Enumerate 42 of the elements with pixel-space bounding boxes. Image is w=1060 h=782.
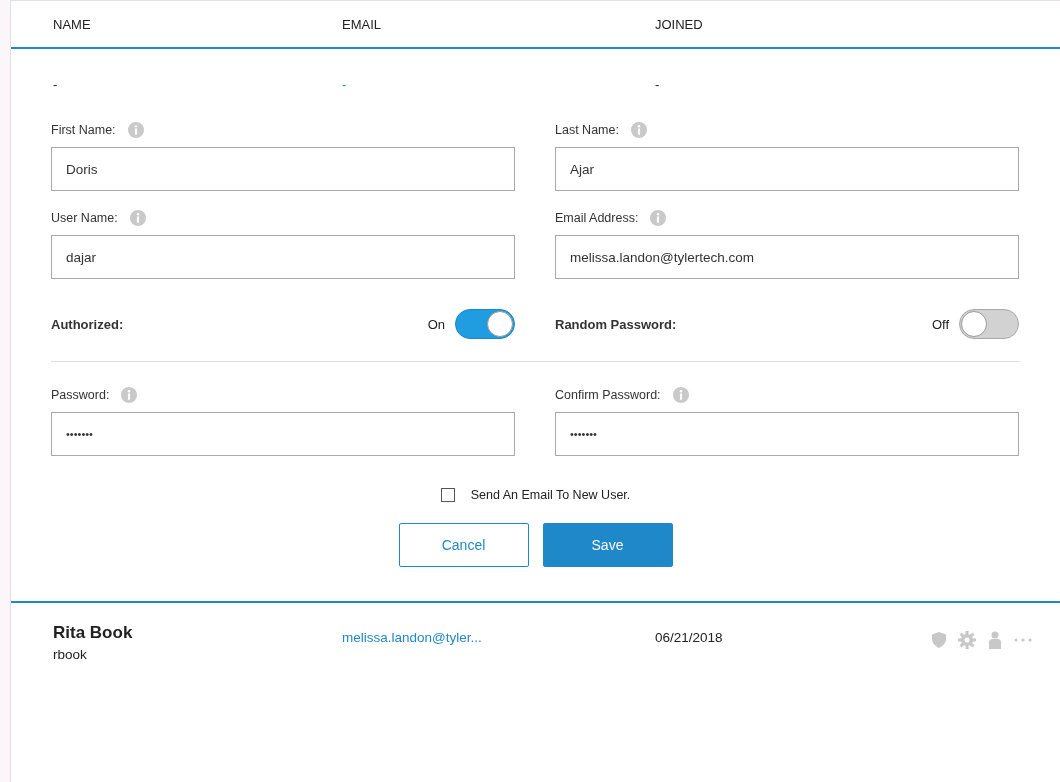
text-field[interactable]: dajar — [51, 235, 515, 279]
toggle-label: Authorized: — [51, 316, 125, 332]
info-icon[interactable] — [672, 387, 689, 403]
info-icon[interactable] — [630, 122, 647, 138]
text-field[interactable]: melissa.landon@tylertech.com — [555, 235, 1019, 279]
toggle-label: Random Password: — [555, 316, 678, 332]
save-button[interactable]: Save — [542, 523, 673, 567]
field-label: User Name: — [51, 211, 118, 225]
joined-cell-text: - — [655, 76, 661, 92]
password-field[interactable]: ••••••• — [555, 412, 1019, 456]
settings-icon[interactable] — [958, 631, 976, 649]
joined-cell-text: 06/21/2018 — [655, 630, 724, 645]
field-label: Email Address: — [555, 211, 639, 225]
email-link[interactable]: - — [342, 76, 655, 92]
toggle-state-text: Off — [931, 316, 949, 332]
column-header: EMAIL — [342, 16, 382, 32]
person-icon[interactable] — [988, 631, 1002, 649]
text-field[interactable]: Ajar — [555, 147, 1019, 191]
field-label: Last Name: — [555, 123, 619, 137]
checkbox-label: Send An Email To New User. — [470, 488, 631, 502]
info-icon[interactable] — [129, 210, 146, 226]
toggle-switch[interactable] — [959, 309, 1019, 339]
name-cell-text: - — [52, 76, 59, 92]
checkbox[interactable] — [440, 488, 455, 502]
info-icon[interactable] — [127, 122, 144, 138]
field-label: Password: — [51, 388, 110, 402]
column-header: JOINED — [655, 16, 704, 32]
cancel-button[interactable]: Cancel — [398, 523, 529, 567]
info-icon[interactable] — [650, 210, 667, 226]
field-label: First Name: — [51, 123, 116, 137]
info-icon[interactable] — [121, 387, 138, 403]
more-icon[interactable] — [1014, 638, 1032, 642]
field-label: Confirm Password: — [555, 388, 661, 402]
user-login: rbook — [53, 646, 88, 662]
user-name: Rita Book — [53, 622, 134, 643]
text-field[interactable]: Doris — [51, 147, 515, 191]
column-header: NAME — [52, 16, 92, 32]
shield-icon[interactable] — [932, 632, 946, 648]
email-link[interactable]: melissa.landon@tyler... — [342, 630, 655, 645]
toggle-switch[interactable] — [455, 309, 515, 339]
toggle-state-text: On — [427, 316, 445, 332]
password-field[interactable]: ••••••• — [51, 412, 515, 456]
